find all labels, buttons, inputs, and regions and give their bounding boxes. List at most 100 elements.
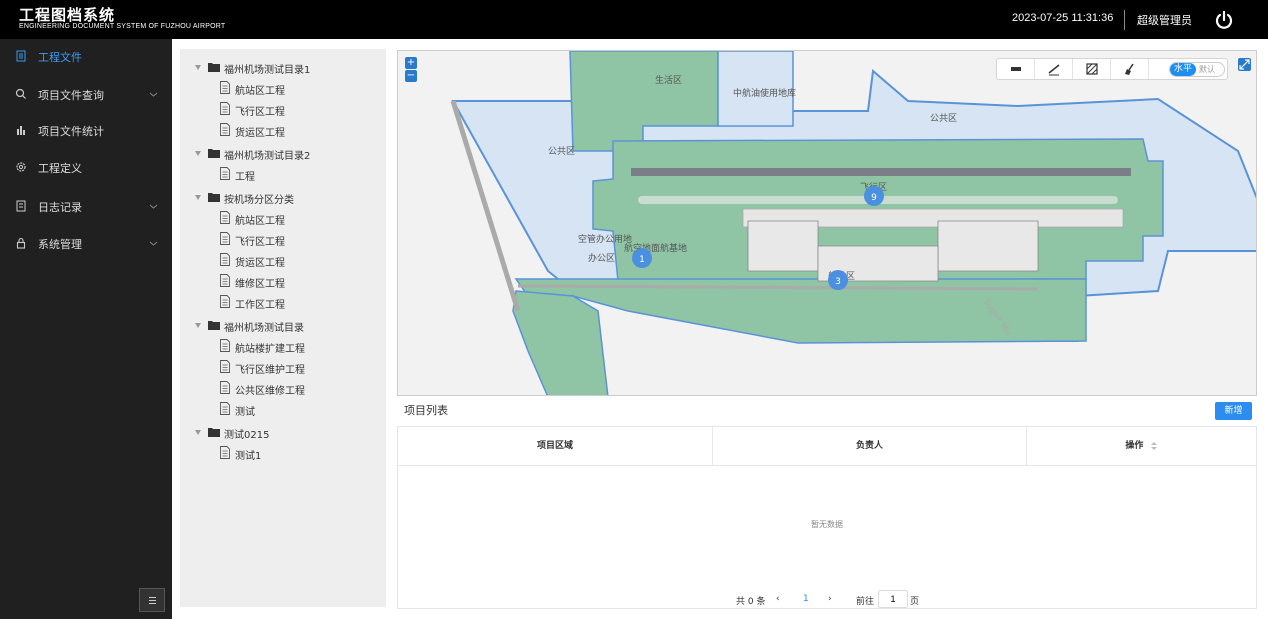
tree-file-label: 测试1: [235, 451, 262, 462]
tree-file-label: 飞行区工程: [235, 237, 285, 248]
nav-label: 系统管理: [38, 238, 82, 251]
file-icon: [220, 211, 230, 224]
toggle-on-label: 水平: [1170, 63, 1196, 76]
airport-map[interactable]: 生活区 中航油使用地库 公共区 公共区 飞行区 空管办公用地 航空地面航基地 办…: [397, 50, 1257, 396]
tree-file-node[interactable]: 航站楼扩建工程: [220, 338, 370, 356]
file-icon: [220, 402, 230, 415]
column-header-sortable[interactable]: 操作: [1027, 427, 1256, 466]
map-label: 公共区: [548, 146, 575, 157]
pager-current-page[interactable]: 1: [803, 594, 809, 604]
nav-item-project-definition[interactable]: 工程定义: [0, 150, 172, 186]
tree-file-label: 测试: [235, 407, 255, 418]
tree-file-label: 航站区工程: [235, 86, 285, 97]
tree-file-node[interactable]: 工程: [220, 166, 370, 184]
cluster-count: 9: [871, 193, 877, 203]
tree-file-node[interactable]: 公共区维修工程: [220, 380, 370, 398]
draw-line-button[interactable]: [1035, 59, 1073, 79]
tree-folder-label: 按机场分区分类: [224, 195, 294, 206]
nav-item-logs[interactable]: 日志记录: [0, 189, 172, 225]
tree-file-node[interactable]: 测试1: [220, 445, 370, 463]
tree-file-node[interactable]: 货运区工程: [220, 122, 370, 140]
map-canvas[interactable]: 生活区 中航油使用地库 公共区 公共区 飞行区 空管办公用地 航空地面航基地 办…: [398, 51, 1257, 396]
file-icon: [220, 339, 230, 352]
pager-page-input[interactable]: [878, 590, 908, 608]
directory-tree: 福州机场测试目录1 航站区工程 飞行区工程 货运区工程 福州机场测试目录2 工程 按机场分区…: [180, 49, 386, 607]
area-draw-icon: [1086, 63, 1098, 75]
sort-icon: [1150, 441, 1157, 450]
tree-file-label: 货运区工程: [235, 128, 285, 139]
tree-file-node[interactable]: 工作区工程: [220, 294, 370, 312]
view-mode-toggle[interactable]: 水平 默认: [1169, 62, 1225, 77]
tree-folder-node[interactable]: 福州机场测试目录2: [195, 145, 375, 163]
tree-file-label: 飞行区维护工程: [235, 365, 305, 376]
pager-goto-label: 前往: [856, 597, 875, 607]
nav-item-project-files[interactable]: 工程文件: [0, 39, 172, 75]
toggle-off-label: 默认: [1199, 65, 1215, 74]
column-header: 项目区域: [398, 427, 713, 466]
folder-icon: [208, 193, 220, 202]
chevron-down-icon: [149, 241, 158, 246]
tree-file-node[interactable]: 飞行区工程: [220, 101, 370, 119]
zoom-in-button[interactable]: +: [405, 57, 417, 69]
map-label: 公共区: [930, 113, 957, 124]
clear-button[interactable]: [1111, 59, 1149, 79]
tree-folder-label: 福州机场测试目录1: [224, 65, 311, 76]
file-icon: [220, 123, 230, 136]
file-icon: [220, 167, 230, 180]
nav-label: 项目文件统计: [38, 125, 104, 138]
project-list-title: 项目列表: [404, 404, 448, 417]
column-header-label: 操作: [1125, 441, 1144, 451]
tree-file-node[interactable]: 航站区工程: [220, 210, 370, 228]
broom-icon: [1125, 63, 1134, 75]
caret-down-icon: [195, 151, 201, 156]
tree-file-label: 货运区工程: [235, 258, 285, 269]
folder-icon: [208, 149, 220, 158]
tree-file-node[interactable]: 维修区工程: [220, 273, 370, 291]
tree-file-label: 公共区维修工程: [235, 386, 305, 397]
tree-folder-label: 测试0215: [224, 430, 270, 441]
tree-folder-node[interactable]: 按机场分区分类: [195, 189, 375, 207]
zoom-out-button[interactable]: −: [405, 70, 417, 82]
tree-folder-node[interactable]: 福州机场测试目录1: [195, 59, 375, 77]
lock-icon: [16, 237, 26, 249]
map-label: 办公区: [588, 252, 615, 264]
line-draw-icon: [1048, 64, 1060, 76]
file-icon: [220, 102, 230, 115]
caret-down-icon: [195, 323, 201, 328]
tree-folder-node[interactable]: 福州机场测试目录: [195, 317, 375, 335]
power-icon[interactable]: [1213, 9, 1235, 31]
nav-label: 日志记录: [38, 201, 82, 214]
file-icon: [220, 274, 230, 287]
cluster-marker[interactable]: 1: [632, 248, 652, 268]
tree-file-node[interactable]: 航站区工程: [220, 80, 370, 98]
empty-state: 暂无数据: [811, 520, 843, 529]
file-icon: [220, 360, 230, 373]
user-name[interactable]: 超级管理员: [1137, 12, 1192, 28]
tree-file-node[interactable]: 飞行区维护工程: [220, 359, 370, 377]
map-label: 航空地面航基地: [624, 242, 687, 254]
pager-next-button[interactable]: ›: [828, 594, 832, 604]
top-header: 工程图档系统 ENGINEERING DOCUMENT SYSTEM OF FU…: [0, 0, 1268, 39]
file-icon: [220, 232, 230, 245]
add-project-button[interactable]: 新增: [1215, 402, 1252, 420]
cluster-marker[interactable]: 9: [864, 186, 884, 206]
nav-item-file-query[interactable]: 项目文件查询: [0, 77, 172, 113]
draw-area-button[interactable]: [1073, 59, 1111, 79]
project-table: 项目区域 负责人 操作 暂无数据: [397, 426, 1257, 609]
nav-item-system-management[interactable]: 系统管理: [0, 226, 172, 262]
tree-file-label: 航站区工程: [235, 216, 285, 227]
pager-prev-button[interactable]: ‹: [776, 594, 780, 604]
tree-file-node[interactable]: 飞行区工程: [220, 231, 370, 249]
tree-file-node[interactable]: 测试: [220, 401, 370, 419]
folder-icon: [208, 321, 220, 330]
folder-icon: [208, 63, 220, 72]
measure-length-button[interactable]: [997, 59, 1035, 79]
fullscreen-button[interactable]: [1238, 58, 1251, 71]
tree-file-node[interactable]: 货运区工程: [220, 252, 370, 270]
sidebar-collapse-button[interactable]: [139, 588, 165, 612]
cluster-marker[interactable]: 3: [828, 270, 848, 290]
document-icon: [16, 50, 26, 62]
nav-item-file-stats[interactable]: 项目文件统计: [0, 113, 172, 149]
tree-file-label: 航站楼扩建工程: [235, 344, 305, 355]
tree-folder-node[interactable]: 测试0215: [195, 424, 375, 442]
